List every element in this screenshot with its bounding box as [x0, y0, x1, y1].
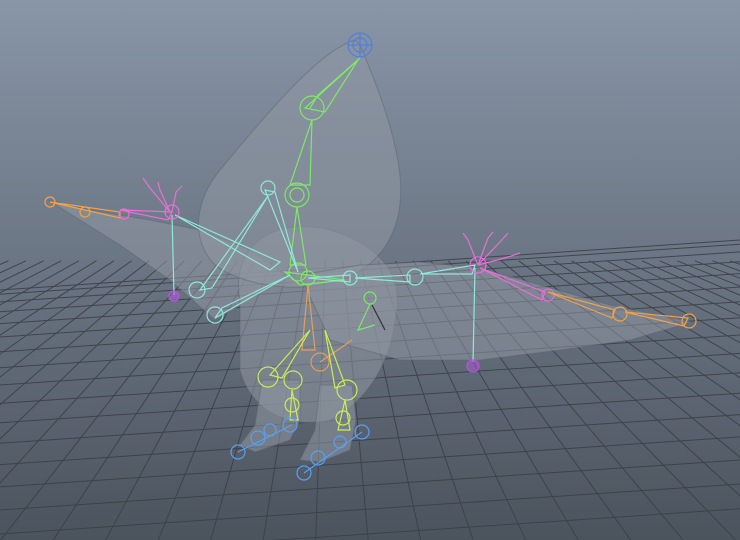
head-control[interactable]: [347, 32, 373, 58]
right-pole-control[interactable]: [466, 359, 480, 373]
maya-3d-viewport[interactable]: [0, 0, 740, 540]
left-pole-control[interactable]: [168, 290, 180, 302]
viewport-scene[interactable]: [0, 0, 740, 540]
